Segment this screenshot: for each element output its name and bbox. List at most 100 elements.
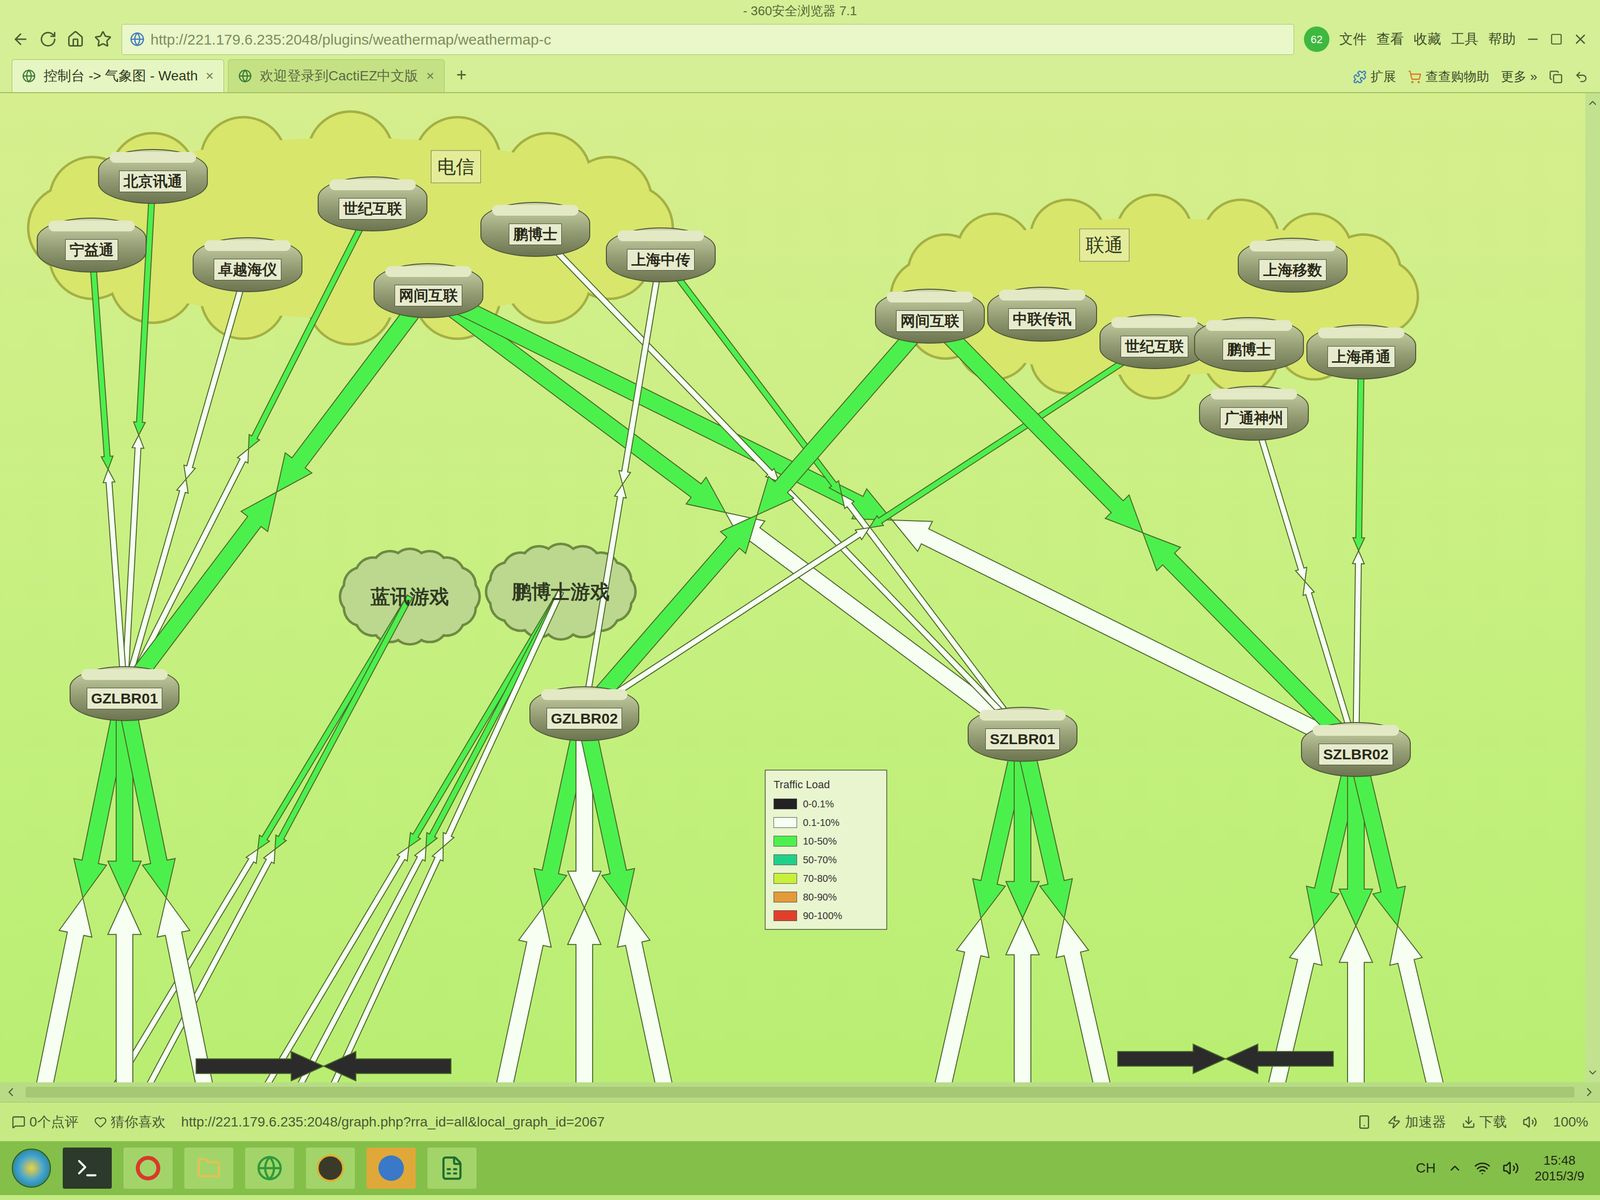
scroll-up-icon[interactable] (1586, 97, 1599, 109)
legend-item: 80-90% (773, 889, 879, 905)
comments[interactable]: 0个点评 (11, 1111, 79, 1133)
extension-item[interactable]: 查查购物助 (1407, 67, 1490, 87)
router-node[interactable]: SZLBR02 (1300, 722, 1411, 777)
taskbar-app[interactable] (123, 1147, 173, 1189)
recommend[interactable]: 猜你喜欢 (94, 1111, 166, 1133)
download[interactable]: 下载 (1461, 1111, 1507, 1133)
taskbar-app[interactable] (305, 1147, 355, 1189)
router-node[interactable]: 网间互联 (875, 288, 985, 344)
link[interactable] (1348, 747, 1448, 1083)
vertical-scrollbar[interactable] (1585, 93, 1600, 1083)
maximize-icon[interactable] (1550, 32, 1563, 46)
star-icon[interactable] (94, 30, 112, 49)
cart-icon (1407, 70, 1422, 84)
menu-item[interactable]: 查看 (1376, 28, 1404, 50)
router-node[interactable]: 上海中传 (605, 227, 716, 283)
scroll-thumb[interactable] (25, 1086, 1575, 1098)
router-node[interactable]: 网间互联 (373, 263, 484, 319)
taskbar-app[interactable] (245, 1147, 295, 1189)
language[interactable]: CH (1415, 1157, 1436, 1179)
router-node[interactable]: 鹏博士 (1194, 317, 1304, 373)
home-icon[interactable] (66, 30, 85, 49)
horizontal-scrollbar[interactable] (0, 1082, 1600, 1102)
link-preview: http://221.179.6.235:2048/graph.php?rra_… (181, 1111, 605, 1133)
link[interactable] (924, 310, 1362, 756)
router-node[interactable]: 鹏博士 (480, 201, 591, 257)
taskbar-app[interactable] (427, 1147, 477, 1189)
router-label: SZLBR02 (1318, 743, 1393, 766)
zoom[interactable]: 100% (1552, 1111, 1589, 1133)
chat-icon (378, 1155, 404, 1181)
router-node[interactable]: 上海移数 (1237, 237, 1348, 293)
menu-item[interactable]: 工具 (1450, 28, 1479, 50)
router-node[interactable]: SZLBR01 (967, 706, 1078, 762)
link[interactable] (288, 590, 564, 1083)
close-icon[interactable] (1572, 31, 1589, 48)
sound-icon[interactable] (1522, 1114, 1538, 1130)
link[interactable] (1117, 1044, 1334, 1074)
router-label: GZLBR01 (86, 687, 163, 710)
link[interactable] (122, 202, 376, 695)
clock[interactable]: 15:482015/3/9 (1530, 1152, 1589, 1185)
scroll-down-icon[interactable] (1586, 1066, 1599, 1079)
legend-swatch (773, 910, 798, 922)
new-tab-button[interactable]: + (448, 61, 475, 93)
router-node[interactable]: 卓越海仪 (192, 237, 303, 293)
link[interactable] (533, 227, 1025, 737)
link[interactable] (582, 339, 1157, 717)
link[interactable] (88, 245, 128, 695)
tab-close[interactable]: × (205, 65, 214, 87)
router-label: 上海移数 (1258, 259, 1327, 281)
link[interactable] (425, 283, 1360, 757)
tray-expand-icon[interactable] (1447, 1160, 1463, 1176)
taskbar-app[interactable] (62, 1147, 112, 1189)
copy-icon[interactable] (1549, 70, 1563, 84)
minimize-icon[interactable] (1525, 31, 1541, 47)
url-field[interactable]: http://221.179.6.235:2048/plugins/weathe… (121, 24, 1295, 55)
link[interactable] (1014, 732, 1114, 1083)
cloud-label[interactable]: 鹏博士游戏 (511, 576, 610, 607)
router-node[interactable]: GZLBR02 (529, 686, 640, 742)
menu-item[interactable]: 帮助 (1488, 28, 1516, 50)
reload-icon[interactable] (39, 30, 57, 49)
router-node[interactable]: 北京讯通 (98, 149, 208, 204)
taskbar-app[interactable] (184, 1147, 234, 1189)
scroll-left-icon[interactable] (3, 1085, 18, 1100)
phone-icon[interactable] (1356, 1114, 1372, 1130)
tab[interactable]: 欢迎登录到CactiEZ中文版× (227, 59, 445, 93)
link[interactable] (254, 590, 564, 1083)
volume-icon[interactable] (1502, 1159, 1520, 1177)
link[interactable] (577, 310, 937, 720)
menu-item[interactable]: 收藏 (1413, 28, 1442, 50)
router-node[interactable]: 中联传讯 (987, 286, 1098, 342)
scroll-right-icon[interactable] (1582, 1085, 1597, 1100)
start-button[interactable] (11, 1148, 51, 1188)
link[interactable] (116, 692, 216, 1083)
router-node[interactable]: 上海甬通 (1306, 324, 1417, 380)
link[interactable] (1250, 412, 1359, 750)
router-node[interactable]: 广通神州 (1199, 385, 1309, 441)
router-node[interactable]: 世纪互联 (317, 176, 428, 232)
tab[interactable]: 控制台 -> 气象图 - Weath× (11, 59, 225, 93)
extension-item[interactable]: 更多 » (1500, 67, 1538, 87)
taskbar-app[interactable] (366, 1147, 416, 1189)
router-top (1205, 320, 1293, 331)
router-label: SZLBR01 (985, 728, 1060, 750)
link[interactable] (121, 263, 251, 695)
back-icon[interactable] (11, 30, 30, 49)
router-node[interactable]: 宁益通 (36, 217, 147, 273)
undo-icon[interactable] (1574, 70, 1589, 84)
accelerator[interactable]: 加速器 (1387, 1111, 1447, 1133)
tab-close[interactable]: × (425, 65, 434, 87)
link[interactable] (1352, 351, 1365, 750)
menu-item[interactable]: 文件 (1339, 28, 1367, 50)
badge[interactable]: 62 (1303, 26, 1330, 52)
router-node[interactable]: GZLBR01 (69, 666, 180, 722)
router-node[interactable]: 世纪互联 (1099, 314, 1210, 370)
cloud-label[interactable]: 蓝讯游戏 (370, 581, 450, 612)
extension-item[interactable]: 扩展 (1352, 67, 1397, 87)
link[interactable] (658, 252, 1025, 736)
link[interactable] (575, 711, 676, 1083)
network-icon[interactable] (1474, 1159, 1491, 1177)
link[interactable] (196, 1051, 451, 1081)
